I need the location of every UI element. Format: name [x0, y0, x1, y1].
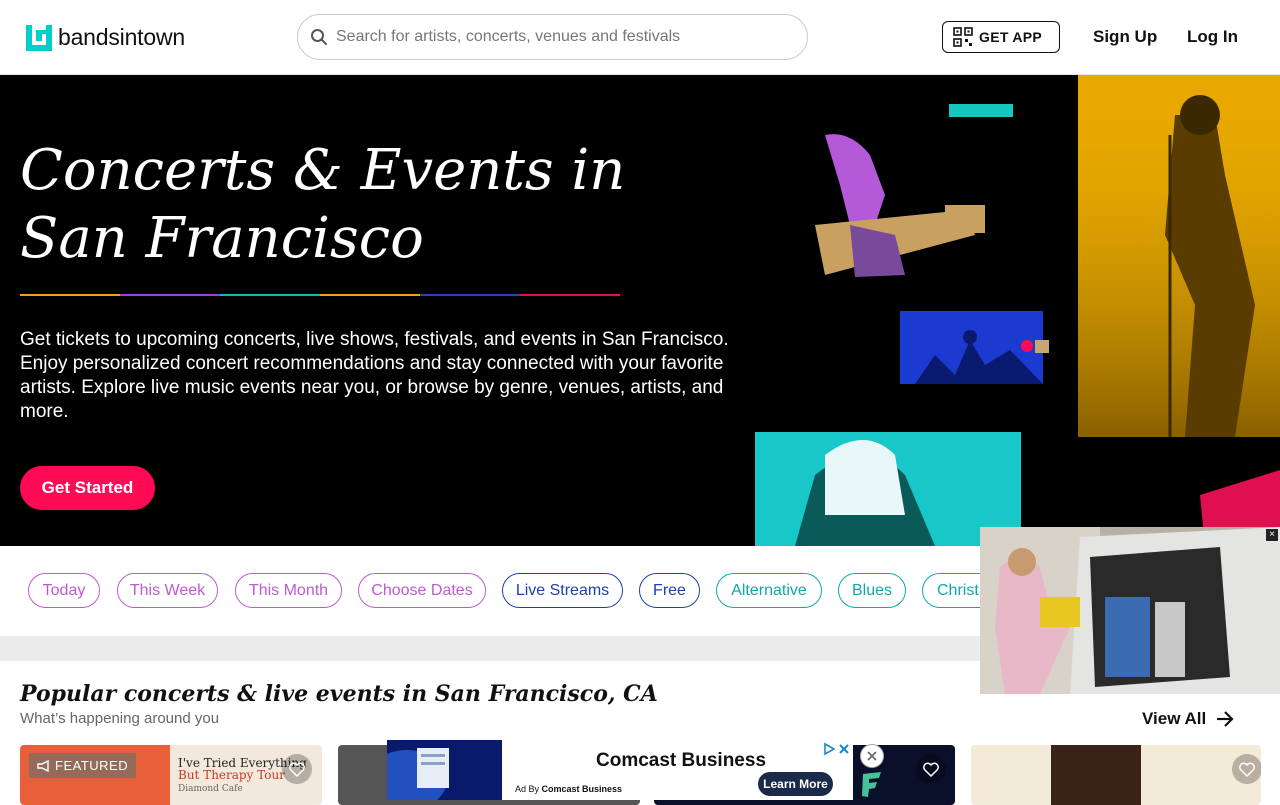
rainbow-segment: [520, 294, 620, 296]
get-app-label: GET APP: [979, 29, 1043, 45]
rainbow-segment: [420, 294, 520, 296]
megaphone-icon: [37, 759, 49, 772]
section-subtitle: What’s happening around you: [20, 710, 220, 727]
featured-badge: FEATURED: [29, 753, 137, 778]
filter-chip-today[interactable]: Today: [28, 573, 100, 608]
sign-up-link[interactable]: Sign Up: [1093, 27, 1157, 47]
arrow-right-icon: [1217, 711, 1234, 727]
rainbow-segment: [320, 294, 420, 296]
filter-chip-live-streams[interactable]: Live Streams: [502, 573, 623, 608]
rainbow-divider: [20, 294, 620, 296]
section-title: Popular concerts & live events in San Fr…: [20, 681, 658, 707]
hero-section: Concerts & Events in San Francisco Get t…: [0, 75, 1280, 546]
favorite-button[interactable]: [1232, 754, 1261, 784]
get-started-button[interactable]: Get Started: [20, 466, 155, 510]
event-card[interactable]: [971, 745, 1261, 805]
filter-chip-alternative[interactable]: Alternative: [716, 573, 822, 608]
filter-chip-this-month[interactable]: This Month: [235, 573, 342, 608]
view-all-label: View All: [1142, 709, 1207, 728]
bandsintown-logo-icon: [26, 24, 52, 51]
rainbow-segment: [120, 294, 220, 296]
ad-graphic: [387, 740, 502, 800]
close-ad-button[interactable]: [860, 744, 884, 768]
log-in-link[interactable]: Log In: [1187, 27, 1238, 47]
featured-label: FEATURED: [55, 758, 129, 773]
ad-image: [387, 740, 502, 800]
event-card-image: [1051, 745, 1141, 805]
ad-title: Comcast Business: [596, 750, 767, 771]
close-icon[interactable]: ×: [1266, 529, 1278, 541]
favorite-button[interactable]: [916, 754, 946, 784]
search-input[interactable]: [336, 28, 776, 46]
get-app-button[interactable]: GET APP: [942, 21, 1060, 53]
favorite-button[interactable]: [282, 754, 312, 784]
banner-ad[interactable]: Comcast Business Ad By Comcast Business …: [387, 740, 853, 800]
filter-chip-free[interactable]: Free: [639, 573, 700, 608]
close-icon: [867, 751, 877, 761]
rainbow-segment: [20, 294, 120, 296]
site-header: bandsintown GET APP Sign Up Log In: [0, 0, 1280, 75]
hero-description: Get tickets to upcoming concerts, live s…: [20, 329, 729, 422]
page-title: Concerts & Events in San Francisco: [20, 138, 626, 271]
video-ad[interactable]: ×: [980, 527, 1280, 694]
filter-chip-blues[interactable]: Blues: [838, 573, 906, 608]
view-all-link[interactable]: View All: [1142, 709, 1234, 729]
ad-by-name: Comcast Business: [541, 784, 623, 794]
freestar-logo-icon: [862, 772, 881, 797]
filter-chip-choose-dates[interactable]: Choose Dates: [358, 573, 486, 608]
qr-code-icon: [953, 27, 973, 47]
hero-collage-image: [755, 75, 1280, 546]
heart-icon: [1239, 762, 1255, 777]
search-icon: [311, 29, 327, 45]
rainbow-segment: [220, 294, 320, 296]
logo-text: bandsintown: [58, 24, 185, 50]
video-ad-image: [980, 527, 1280, 694]
ad-by-prefix: Ad By: [515, 784, 540, 794]
adchoices-icon[interactable]: [823, 742, 851, 756]
learn-more-button[interactable]: Learn More: [758, 772, 833, 796]
heart-icon: [289, 762, 305, 777]
search-bar[interactable]: [297, 14, 808, 60]
filter-chip-this-week[interactable]: This Week: [117, 573, 218, 608]
event-card-line: Diamond Cafe: [178, 784, 243, 794]
logo[interactable]: bandsintown: [26, 24, 185, 51]
ad-by-text: Ad By Comcast Business: [515, 784, 622, 794]
event-card[interactable]: I've Tried Everything But Therapy Tour D…: [20, 745, 322, 805]
heart-icon: [923, 762, 939, 777]
